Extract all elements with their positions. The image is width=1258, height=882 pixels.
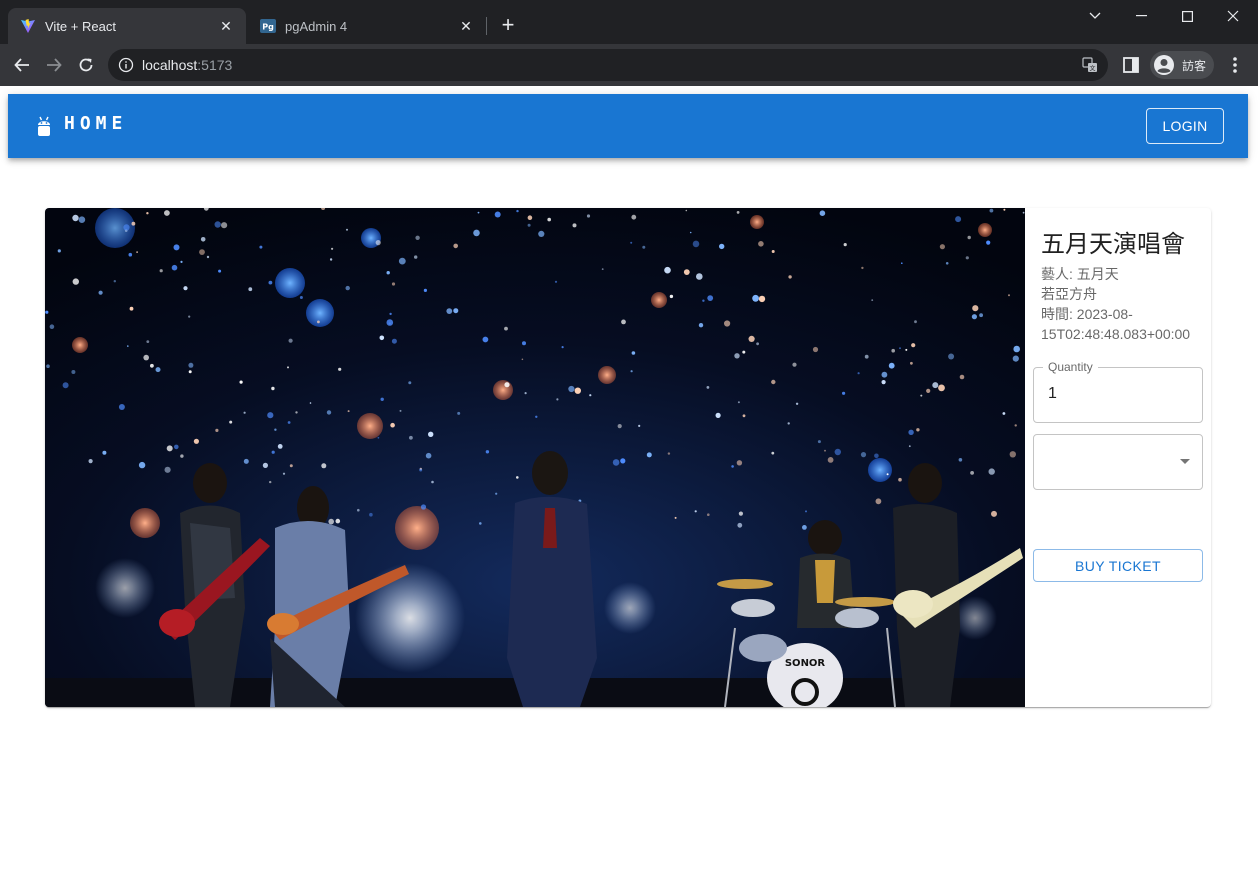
svg-text:文: 文 bbox=[1089, 64, 1095, 72]
tab-title: Vite + React bbox=[45, 18, 116, 34]
account-circle-icon bbox=[1154, 55, 1174, 75]
quantity-input[interactable]: 1 bbox=[1048, 385, 1057, 403]
profile-button[interactable]: 訪客 bbox=[1150, 51, 1214, 79]
arrow-drop-down-icon[interactable] bbox=[1180, 459, 1190, 465]
url-port: :5173 bbox=[197, 57, 233, 73]
android-icon bbox=[38, 116, 50, 136]
address-bar[interactable]: localhost:5173 文 bbox=[108, 49, 1108, 81]
close-window-icon[interactable] bbox=[1210, 0, 1256, 32]
maximize-icon[interactable] bbox=[1164, 0, 1210, 32]
back-arrow-icon[interactable] bbox=[9, 52, 35, 78]
event-artist: 藝人: 五月天 bbox=[1041, 266, 1119, 282]
app-title[interactable]: HOME bbox=[64, 113, 127, 134]
pgadmin-icon-text: Pg bbox=[262, 23, 274, 32]
vite-icon bbox=[21, 19, 35, 33]
minimize-icon[interactable] bbox=[1118, 0, 1164, 32]
ticket-type-select[interactable] bbox=[1033, 434, 1203, 490]
tab-close-icon[interactable]: ✕ bbox=[458, 18, 474, 34]
browser-toolbar: localhost:5173 文 訪客 bbox=[0, 44, 1258, 86]
tab-separator bbox=[486, 17, 487, 35]
pgadmin-icon: Pg bbox=[260, 19, 276, 33]
svg-text:SONOR: SONOR bbox=[785, 658, 826, 669]
browser-tab-strip: Vite + React ✕ Pg pgAdmin 4 ✕ + bbox=[0, 0, 1258, 44]
url-host: localhost bbox=[142, 57, 198, 73]
concert-photo: SONOR bbox=[45, 208, 1025, 707]
tab-search-icon[interactable] bbox=[1072, 0, 1118, 32]
profile-label: 訪客 bbox=[1182, 58, 1207, 73]
translate-icon[interactable]: 文 bbox=[1082, 57, 1098, 73]
tab-title: pgAdmin 4 bbox=[285, 18, 348, 34]
event-members: 若亞方舟 bbox=[1041, 286, 1097, 302]
quantity-label: Quantity bbox=[1043, 359, 1098, 375]
site-info-icon[interactable] bbox=[118, 57, 134, 73]
event-meta: 藝人: 五月天 若亞方舟 時間: 2023-08- 15T02:48:48.08… bbox=[1041, 264, 1209, 344]
event-time-line-2: 15T02:48:48.083+00:00 bbox=[1041, 326, 1191, 342]
quantity-field[interactable]: Quantity 1 bbox=[1033, 359, 1203, 423]
tab-close-icon[interactable]: ✕ bbox=[218, 18, 234, 34]
page-viewport: HOME LOGIN SONOR 五月天演唱會 藝人: 五月天 若亞方舟 時間:… bbox=[0, 86, 1258, 882]
event-title: 五月天演唱會 bbox=[1041, 231, 1185, 258]
reload-icon[interactable] bbox=[73, 52, 99, 78]
tab-vite-react[interactable]: Vite + React ✕ bbox=[8, 8, 246, 44]
tab-pgadmin[interactable]: Pg pgAdmin 4 ✕ bbox=[248, 8, 486, 44]
new-tab-icon[interactable]: + bbox=[496, 14, 520, 38]
more-vert-icon[interactable] bbox=[1226, 55, 1244, 75]
event-time-line-1: 時間: 2023-08- bbox=[1041, 306, 1133, 322]
buy-ticket-button[interactable]: BUY TICKET bbox=[1033, 549, 1203, 582]
event-info-panel: 五月天演唱會 藝人: 五月天 若亞方舟 時間: 2023-08- 15T02:4… bbox=[1025, 208, 1211, 707]
side-panel-icon[interactable] bbox=[1122, 56, 1140, 74]
login-button[interactable]: LOGIN bbox=[1146, 108, 1224, 144]
forward-arrow-icon[interactable] bbox=[41, 52, 67, 78]
app-bar: HOME LOGIN bbox=[8, 94, 1248, 158]
event-card: SONOR 五月天演唱會 藝人: 五月天 若亞方舟 時間: 2023-08- 1… bbox=[45, 208, 1211, 707]
